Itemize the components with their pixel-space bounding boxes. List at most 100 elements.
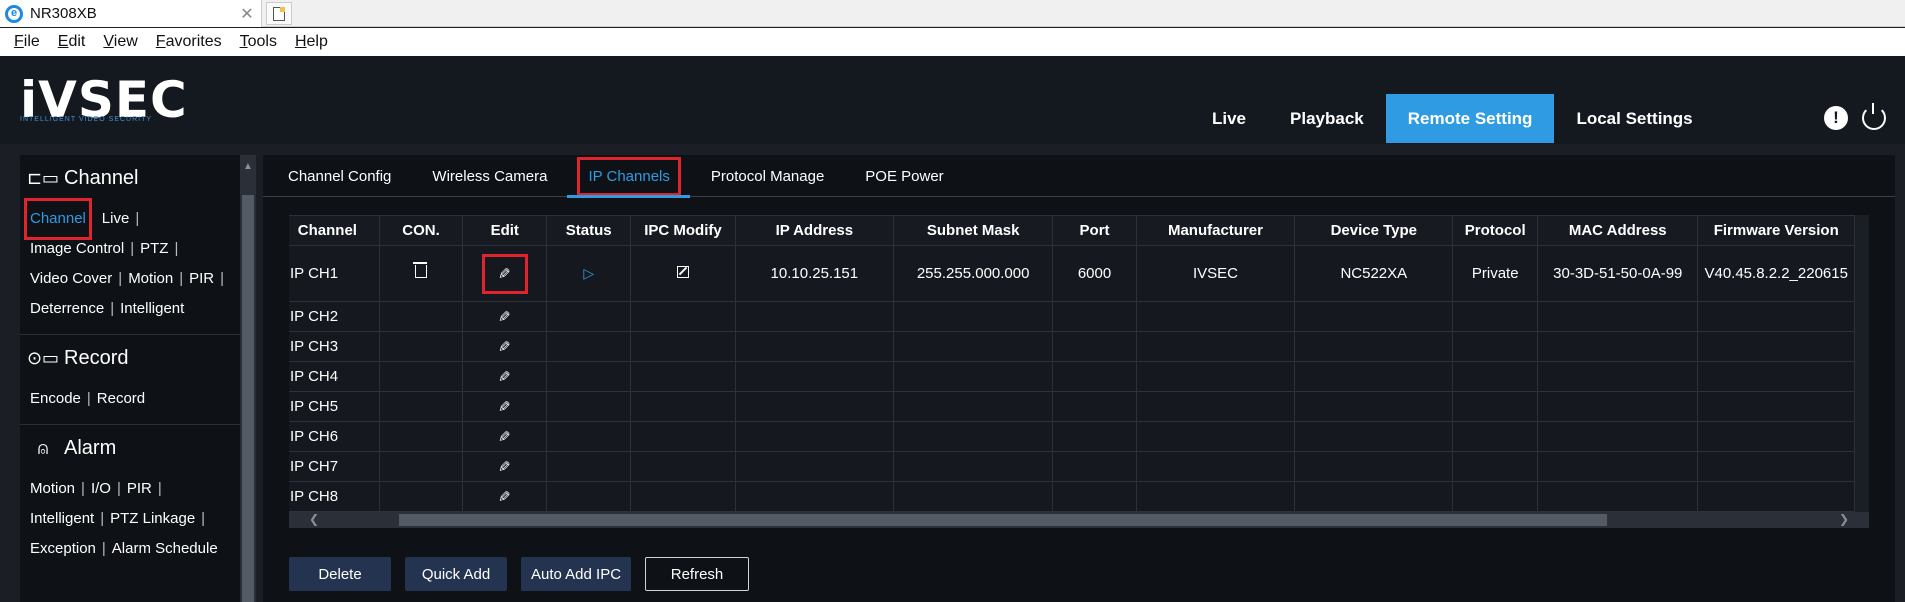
sidebar-link-video-cover[interactable]: Video Cover [30, 264, 112, 294]
cell-status [546, 391, 632, 422]
sidebar-link-pir[interactable]: PIR [189, 264, 214, 294]
cell-con [378, 331, 464, 362]
trash-icon[interactable] [413, 262, 427, 278]
menu-edit[interactable]: Edit [58, 33, 86, 51]
edit-icon[interactable]: ✎ [498, 398, 511, 416]
scroll-left-icon[interactable]: ❮ [309, 512, 319, 526]
sidebar-link-deterrence[interactable]: Deterrence [30, 294, 104, 324]
table-row: IP CH3 ✎ [289, 331, 1855, 362]
modify-icon[interactable] [676, 266, 689, 278]
nav-playback[interactable]: Playback [1268, 94, 1386, 143]
col-status: Status [546, 215, 632, 246]
new-tab-icon [273, 6, 285, 21]
cell-mac-address [1537, 361, 1699, 392]
sidebar-link-intelligent[interactable]: Intelligent [120, 294, 184, 324]
sidebar-link-alarm-pir[interactable]: PIR [127, 474, 152, 504]
cell-subnet-mask [892, 331, 1054, 362]
tab-channel-config[interactable]: Channel Config [267, 155, 411, 197]
sidebar-link-exception[interactable]: Exception [30, 534, 96, 564]
cell-status [546, 451, 632, 482]
sidebar-scrollbar[interactable]: ▲ [240, 155, 256, 602]
sidebar-link-encode[interactable]: Encode [30, 384, 81, 414]
cell-mac-address [1537, 301, 1699, 332]
edit-icon[interactable]: ✎ [498, 265, 511, 283]
scroll-right-icon[interactable]: ❯ [1839, 512, 1849, 526]
edit-icon[interactable]: ✎ [498, 368, 511, 386]
sidebar-link-channel[interactable]: Channel [24, 198, 92, 240]
delete-button[interactable]: Delete [289, 557, 391, 591]
sidebar-link-ptz[interactable]: PTZ [140, 234, 168, 264]
nav-local-settings[interactable]: Local Settings [1554, 94, 1714, 143]
section-title-alarm-label: Alarm [64, 437, 117, 459]
cell-ip-address [734, 451, 894, 482]
cell-firmware-version [1697, 481, 1855, 512]
nav-live[interactable]: Live [1190, 94, 1268, 143]
tab-wireless-camera[interactable]: Wireless Camera [411, 155, 567, 197]
sidebar-link-alarm-motion[interactable]: Motion [30, 474, 75, 504]
sidebar-link-live[interactable]: Live [102, 204, 130, 234]
table-row: IP CH8 ✎ [289, 481, 1855, 512]
cell-channel: IP CH5 [289, 391, 380, 422]
menu-tools[interactable]: Tools [240, 33, 277, 51]
nav-remote-setting[interactable]: Remote Setting [1385, 94, 1555, 143]
sidebar-link-image-control[interactable]: Image Control [30, 234, 124, 264]
menu-favorites[interactable]: Favorites [156, 33, 222, 51]
col-manufacturer: Manufacturer [1135, 215, 1296, 246]
edit-icon[interactable]: ✎ [498, 428, 511, 446]
sub-tabs: Channel Config Wireless Camera IP Channe… [263, 155, 1895, 198]
menu-file[interactable]: File [14, 33, 40, 51]
camera-icon: ⊏▭ [26, 168, 60, 188]
logo-tagline: INTELLIGENT VIDEO SECURITY [20, 116, 153, 123]
cell-con [378, 421, 464, 452]
col-ip-address: IP Address [734, 215, 894, 246]
edit-icon[interactable]: ✎ [498, 338, 511, 356]
edit-icon[interactable]: ✎ [498, 458, 511, 476]
cell-protocol [1452, 451, 1539, 482]
sidebar-section-alarm: ⍝ Alarm Motion | I/O | PIR | Intelligent | PTZ … [20, 425, 240, 574]
sidebar-link-io[interactable]: I/O [91, 474, 111, 504]
info-icon[interactable]: ! [1824, 106, 1848, 130]
sidebar-link-motion[interactable]: Motion [128, 264, 173, 294]
sidebar-link-record[interactable]: Record [97, 384, 145, 414]
browser-tab[interactable]: e NR308XB ✕ [0, 0, 262, 27]
auto-add-ipc-button[interactable]: Auto Add IPC [521, 557, 631, 591]
tab-ip-channels[interactable]: IP Channels [567, 155, 691, 198]
cell-status [546, 421, 632, 452]
cell-subnet-mask [892, 391, 1054, 422]
quick-add-button[interactable]: Quick Add [405, 557, 507, 591]
app-header: iVSEC INTELLIGENT VIDEO SECURITY Live Pl… [0, 56, 1905, 144]
play-icon[interactable]: ▷ [583, 265, 594, 282]
edit-icon[interactable]: ✎ [498, 308, 511, 326]
scroll-up-icon[interactable]: ▲ [243, 161, 253, 172]
table-horizontal-scrollbar[interactable]: ❮ ❯ [289, 512, 1869, 528]
menu-view[interactable]: View [103, 33, 137, 51]
table-scroll-thumb[interactable] [399, 514, 1607, 526]
cell-device-type [1294, 331, 1454, 362]
section-title-record-label: Record [64, 347, 129, 369]
menu-help[interactable]: Help [295, 33, 328, 51]
new-tab-button[interactable] [266, 2, 292, 25]
sidebar-scroll-thumb[interactable] [242, 195, 254, 602]
table-row: IP CH1 ✎ ▷ 10.10.25.151 255.255.000.000 … [289, 245, 1855, 302]
col-subnet-mask: Subnet Mask [892, 215, 1054, 246]
sidebar-link-ptz-linkage[interactable]: PTZ Linkage [110, 504, 195, 534]
col-channel: Channel [289, 215, 380, 246]
cell-device-type [1294, 301, 1454, 332]
record-links: Encode | Record [30, 384, 240, 414]
cell-firmware-version [1697, 391, 1855, 422]
power-icon[interactable] [1862, 103, 1886, 130]
cell-status [546, 331, 632, 362]
close-tab-icon[interactable]: ✕ [237, 4, 257, 24]
cell-con [378, 481, 464, 512]
col-ipc-modify: IPC Modify [630, 215, 736, 246]
section-title-channel: ⊏▭ Channel [26, 167, 240, 190]
cell-subnet-mask [892, 481, 1054, 512]
refresh-button[interactable]: Refresh [645, 557, 749, 591]
edit-icon[interactable]: ✎ [498, 488, 511, 506]
sidebar-link-alarm-schedule[interactable]: Alarm Schedule [112, 534, 218, 564]
menu-help-accel: H [294, 33, 307, 50]
cell-subnet-mask [892, 451, 1054, 482]
tab-protocol-manage[interactable]: Protocol Manage [690, 155, 844, 197]
tab-poe-power[interactable]: POE Power [844, 155, 963, 197]
sidebar-link-alarm-intelligent[interactable]: Intelligent [30, 504, 94, 534]
